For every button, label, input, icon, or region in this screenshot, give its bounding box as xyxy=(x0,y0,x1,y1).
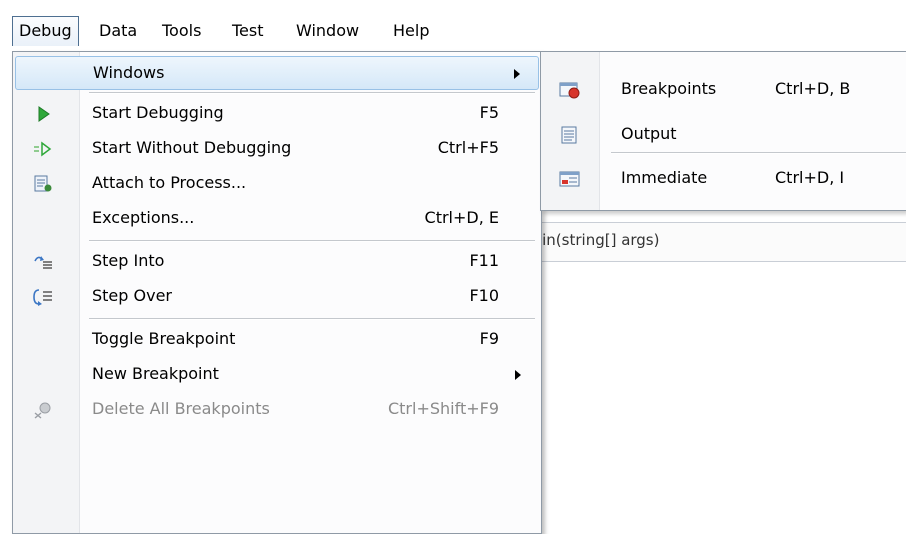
menu-item-label: Attach to Process... xyxy=(92,173,247,192)
menu-item-start-debugging[interactable]: Start Debugging F5 xyxy=(15,97,539,131)
menu-help[interactable]: Help xyxy=(393,16,429,46)
menu-window[interactable]: Window xyxy=(296,16,359,46)
menu-item-shortcut: F5 xyxy=(479,103,499,122)
menu-item-shortcut: F9 xyxy=(479,329,499,348)
menu-item-delete-all-breakpoints[interactable]: Delete All Breakpoints Ctrl+Shift+F9 xyxy=(15,393,539,427)
submenu-arrow-icon xyxy=(514,69,520,79)
step-over-icon xyxy=(33,288,53,306)
menu-data[interactable]: Data xyxy=(99,16,137,46)
submenu-item-shortcut: Ctrl+D, B xyxy=(775,79,851,98)
menu-item-label: Windows xyxy=(93,63,165,82)
menu-item-label: Step Over xyxy=(92,286,172,305)
submenu-item-output[interactable]: Output xyxy=(543,114,905,154)
menu-item-label: Toggle Breakpoint xyxy=(92,329,236,348)
menu-bar: Debug Data Tools Test Window Help xyxy=(0,0,906,52)
submenu-item-immediate[interactable]: Immediate Ctrl+D, I xyxy=(543,158,905,198)
menu-item-toggle-breakpoint[interactable]: Toggle Breakpoint F9 xyxy=(15,323,539,357)
menu-item-shortcut: Ctrl+Shift+F9 xyxy=(387,399,499,418)
menu-item-step-over[interactable]: Step Over F10 xyxy=(15,280,539,314)
menu-item-label: Start Debugging xyxy=(92,103,224,122)
menu-item-windows[interactable]: Windows xyxy=(15,56,539,90)
menu-item-label: Exceptions... xyxy=(92,208,195,227)
play-outline-icon xyxy=(33,140,53,158)
immediate-window-icon xyxy=(559,170,581,188)
submenu-separator xyxy=(611,152,906,154)
output-window-icon xyxy=(559,126,581,144)
menu-item-shortcut: F11 xyxy=(469,251,499,270)
menu-item-label: Delete All Breakpoints xyxy=(92,399,270,418)
menu-item-start-without-debugging[interactable]: Start Without Debugging Ctrl+F5 xyxy=(15,132,539,166)
menu-item-step-into[interactable]: Step Into F11 xyxy=(15,245,539,279)
menu-item-shortcut: Ctrl+F5 xyxy=(437,138,499,157)
debug-menu: Windows Start Debugging F5 Start Without… xyxy=(12,51,542,534)
submenu-item-label: Immediate xyxy=(621,168,708,187)
menu-separator xyxy=(89,240,535,242)
menu-item-shortcut: Ctrl+D, E xyxy=(424,208,499,227)
attach-process-icon xyxy=(33,175,53,193)
menu-item-new-breakpoint[interactable]: New Breakpoint xyxy=(15,358,539,392)
submenu-item-breakpoints[interactable]: Breakpoints Ctrl+D, B xyxy=(543,69,905,109)
menu-separator xyxy=(89,92,535,94)
menu-item-label: New Breakpoint xyxy=(92,364,219,383)
windows-submenu: Breakpoints Ctrl+D, B Output Immediate C… xyxy=(540,51,906,211)
submenu-item-label: Output xyxy=(621,124,677,143)
menu-item-attach-to-process[interactable]: Attach to Process... xyxy=(15,167,539,201)
menu-tools[interactable]: Tools xyxy=(162,16,201,46)
menu-item-exceptions[interactable]: Exceptions... Ctrl+D, E xyxy=(15,202,539,236)
menu-item-shortcut: F10 xyxy=(469,286,499,305)
menu-debug[interactable]: Debug xyxy=(12,16,79,46)
menu-item-label: Start Without Debugging xyxy=(92,138,292,157)
step-into-icon xyxy=(33,253,53,271)
submenu-item-label: Breakpoints xyxy=(621,79,717,98)
delete-breakpoints-icon xyxy=(33,401,53,419)
menu-test[interactable]: Test xyxy=(232,16,264,46)
editor-member-dropdown[interactable]: Main(string[] args) xyxy=(520,222,906,262)
submenu-arrow-icon xyxy=(515,370,521,380)
breakpoints-window-icon xyxy=(559,81,581,99)
play-icon xyxy=(33,105,53,123)
menu-item-label: Step Into xyxy=(92,251,165,270)
menu-separator xyxy=(89,318,535,320)
submenu-item-shortcut: Ctrl+D, I xyxy=(775,168,845,187)
